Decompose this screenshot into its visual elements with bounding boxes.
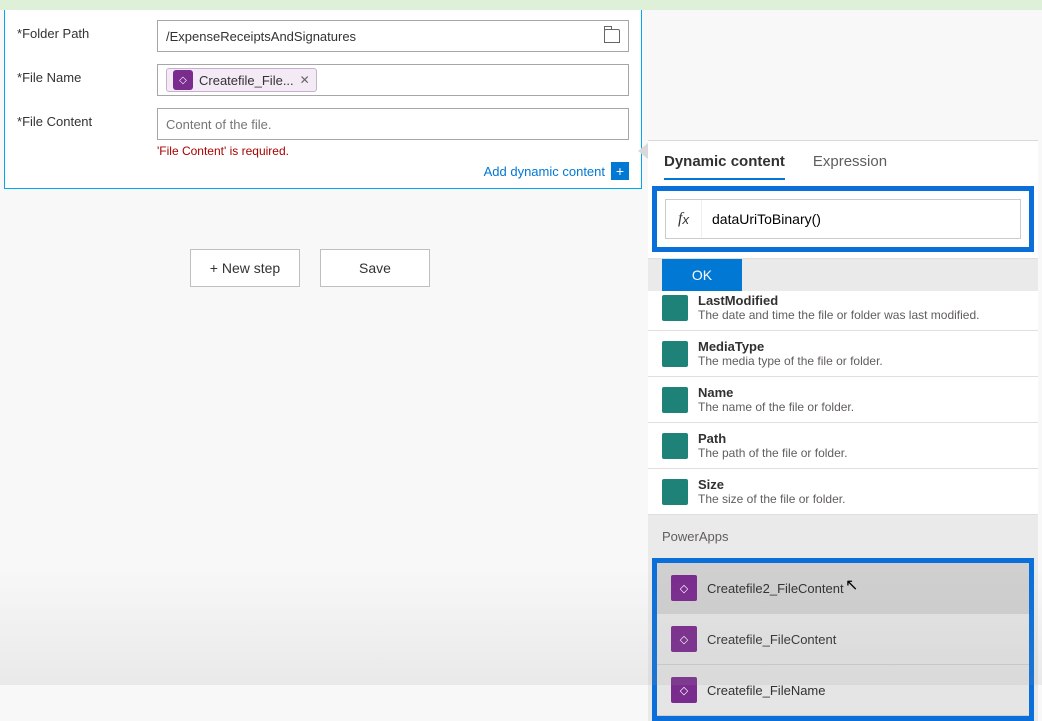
pa-item-createfile-filecontent[interactable]: ◇ Createfile_FileContent bbox=[657, 614, 1029, 665]
dynamic-content-flyout: Dynamic content Expression fx OK LastMod… bbox=[648, 140, 1038, 721]
token-text: Createfile_File... bbox=[199, 73, 294, 88]
dyn-item-size[interactable]: Size The size of the file or folder. bbox=[648, 469, 1038, 515]
dyn-desc: The date and time the file or folder was… bbox=[698, 308, 1024, 322]
dyn-item-name[interactable]: Name The name of the file or folder. bbox=[648, 377, 1038, 423]
folder-picker-icon[interactable] bbox=[604, 29, 620, 43]
dyn-title: Name bbox=[698, 385, 1024, 400]
tab-dynamic-content[interactable]: Dynamic content bbox=[664, 153, 785, 180]
connector-icon bbox=[662, 295, 688, 321]
dyn-item-lastmodified[interactable]: LastModified The date and time the file … bbox=[648, 291, 1038, 331]
token-remove-icon[interactable]: ✕ bbox=[300, 73, 310, 87]
dyn-desc: The media type of the file or folder. bbox=[698, 354, 1024, 368]
powerapps-icon: ◇ bbox=[173, 70, 193, 90]
powerapps-icon: ◇ bbox=[671, 677, 697, 703]
add-dynamic-plus-icon[interactable]: + bbox=[611, 162, 629, 180]
file-name-input[interactable]: ◇ Createfile_File... ✕ bbox=[157, 64, 629, 96]
pa-item-createfile2-filecontent[interactable]: ◇ Createfile2_FileContent bbox=[657, 563, 1029, 614]
dyn-item-path[interactable]: Path The path of the file or folder. bbox=[648, 423, 1038, 469]
connector-icon bbox=[662, 387, 688, 413]
filename-token[interactable]: ◇ Createfile_File... ✕ bbox=[166, 68, 317, 92]
section-powerapps: PowerApps bbox=[648, 515, 1038, 554]
file-content-label: *File Content bbox=[17, 108, 157, 129]
expression-input[interactable] bbox=[702, 200, 1020, 238]
connector-icon bbox=[662, 479, 688, 505]
folder-path-label: *Folder Path bbox=[17, 20, 157, 41]
connector-icon bbox=[662, 341, 688, 367]
action-form-panel: *Folder Path /ExpenseReceiptsAndSignatur… bbox=[4, 10, 642, 189]
add-dynamic-content-link[interactable]: Add dynamic content bbox=[484, 164, 605, 179]
flyout-caret-icon bbox=[638, 143, 648, 159]
tab-expression[interactable]: Expression bbox=[813, 153, 887, 180]
dyn-desc: The path of the file or folder. bbox=[698, 446, 1024, 460]
dyn-title: MediaType bbox=[698, 339, 1024, 354]
dyn-desc: The size of the file or folder. bbox=[698, 492, 1024, 506]
dyn-item-mediatype[interactable]: MediaType The media type of the file or … bbox=[648, 331, 1038, 377]
powerapps-highlight: ◇ Createfile2_FileContent ◇ Createfile_F… bbox=[652, 558, 1034, 721]
powerapps-icon: ◇ bbox=[671, 575, 697, 601]
pa-title: Createfile_FileContent bbox=[707, 632, 1015, 647]
folder-path-input[interactable]: /ExpenseReceiptsAndSignatures bbox=[157, 20, 629, 52]
file-name-label: *File Name bbox=[17, 64, 157, 85]
ok-button[interactable]: OK bbox=[662, 259, 742, 291]
file-content-error: 'File Content' is required. bbox=[157, 144, 629, 158]
dyn-title: Size bbox=[698, 477, 1024, 492]
dyn-title: LastModified bbox=[698, 293, 1024, 308]
connector-icon bbox=[662, 433, 688, 459]
pa-item-createfile-filename[interactable]: ◇ Createfile_FileName bbox=[657, 665, 1029, 716]
file-content-input[interactable]: Content of the file. bbox=[157, 108, 629, 140]
dyn-desc: The name of the file or folder. bbox=[698, 400, 1024, 414]
pa-title: Createfile2_FileContent bbox=[707, 581, 1015, 596]
dynamic-items-list: LastModified The date and time the file … bbox=[648, 291, 1038, 515]
fx-icon: fx bbox=[666, 200, 702, 238]
file-content-placeholder: Content of the file. bbox=[166, 117, 620, 132]
folder-path-value: /ExpenseReceiptsAndSignatures bbox=[166, 29, 604, 44]
expression-highlight: fx bbox=[652, 186, 1034, 252]
powerapps-icon: ◇ bbox=[671, 626, 697, 652]
new-step-button[interactable]: + New step bbox=[190, 249, 300, 287]
save-button[interactable]: Save bbox=[320, 249, 430, 287]
dyn-title: Path bbox=[698, 431, 1024, 446]
